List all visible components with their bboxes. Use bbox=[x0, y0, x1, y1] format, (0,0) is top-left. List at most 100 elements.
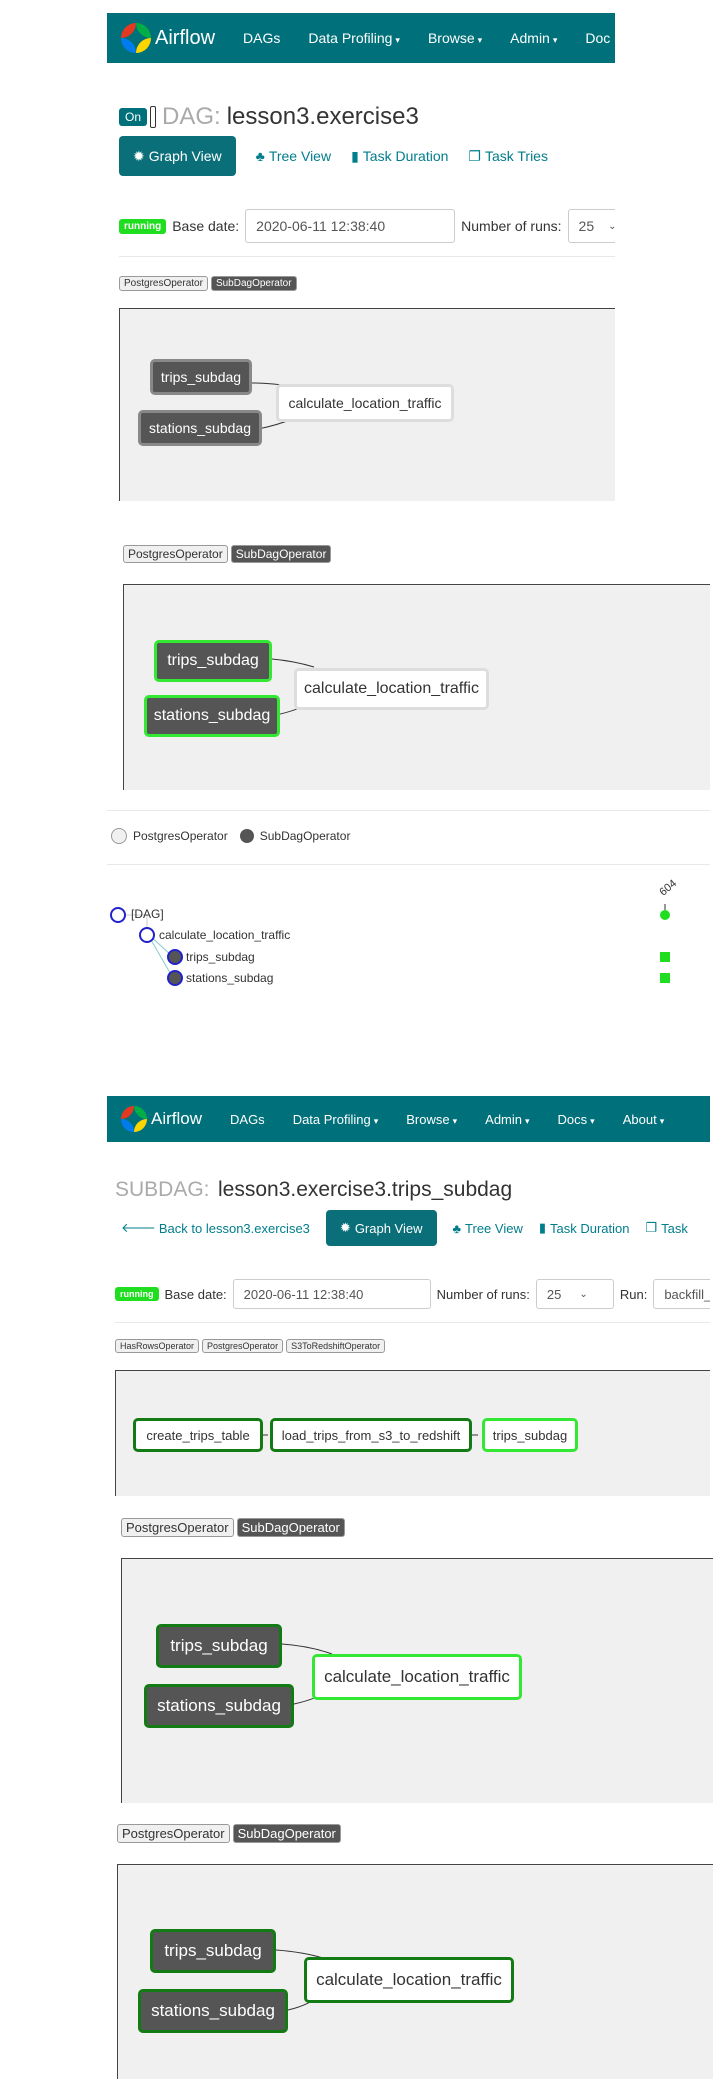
tab-graph-view[interactable]: ✹ Graph View bbox=[119, 136, 236, 176]
tab-task-duration[interactable]: ▮ Task Duration bbox=[351, 148, 448, 165]
node-calculate-location-traffic[interactable]: calculate_location_traffic bbox=[294, 668, 489, 710]
node-create-trips-table[interactable]: create_trips_table bbox=[133, 1418, 263, 1452]
nav-browse[interactable]: Browse ▾ bbox=[392, 1112, 471, 1127]
legend-postgres[interactable]: PostgresOperator bbox=[117, 1824, 230, 1843]
tab-tree-view[interactable]: ♣ Tree View bbox=[256, 148, 331, 164]
brand-text: Airflow bbox=[155, 26, 216, 49]
tab-label: Back to lesson3.exercise3 bbox=[158, 1220, 310, 1236]
node-trips-subdag[interactable]: trips_subdag bbox=[482, 1418, 578, 1452]
graph-canvas[interactable]: trips_subdag stations_subdag calculate_l… bbox=[121, 1558, 713, 1803]
task-instance-stations[interactable] bbox=[660, 973, 670, 983]
graph-canvas[interactable]: trips_subdag stations_subdag calculate_l… bbox=[117, 1864, 713, 2079]
tree-node-trips[interactable] bbox=[167, 949, 183, 965]
nav-browse[interactable]: Browse ▾ bbox=[414, 30, 496, 46]
tab-graph-view[interactable]: ✹ Graph View bbox=[325, 1210, 437, 1246]
nav-label: Admin bbox=[485, 1111, 523, 1127]
nav-docs[interactable]: Docs ▾ bbox=[544, 1112, 609, 1127]
node-trips-subdag[interactable]: trips_subdag bbox=[150, 1929, 276, 1973]
tree-label-calc: calculate_location_traffic bbox=[159, 928, 291, 942]
legend-subdag[interactable]: SubDagOperator bbox=[230, 545, 332, 563]
airflow-logo[interactable]: Airflow bbox=[121, 23, 215, 53]
base-date-input[interactable]: 2020-06-11 12:38:40 bbox=[232, 1279, 431, 1309]
tree-label-dag: [DAG] bbox=[131, 907, 164, 921]
airflow-logo[interactable]: Airflow bbox=[121, 1106, 202, 1132]
tree-legend: PostgresOperator SubDagOperator bbox=[111, 828, 350, 844]
tree-node-dag[interactable] bbox=[110, 907, 126, 923]
task-instance-trips[interactable] bbox=[660, 952, 670, 962]
node-load-trips-from-s3[interactable]: load_trips_from_s3_to_redshift bbox=[270, 1418, 472, 1452]
nav-admin[interactable]: Admin ▾ bbox=[471, 1112, 543, 1127]
sun-icon: ✹ bbox=[133, 147, 145, 164]
divider bbox=[115, 1322, 710, 1323]
node-calculate-location-traffic[interactable]: calculate_location_traffic bbox=[312, 1654, 522, 1700]
legend-postgres[interactable]: PostgresOperator bbox=[119, 276, 208, 291]
dag-header: On DAG: lesson3.exercise3 bbox=[119, 103, 419, 131]
nav-data-profiling[interactable]: Data Profiling ▾ bbox=[279, 1112, 393, 1127]
tree-label-trips: trips_subdag bbox=[186, 950, 255, 964]
tab-task-tries[interactable]: ❐ Task bbox=[645, 1220, 687, 1236]
edge bbox=[271, 658, 315, 668]
tab-label: Task Tries bbox=[484, 148, 548, 164]
operator-legend: PostgresOperator SubDagOperator bbox=[119, 273, 300, 291]
legend-s3toredshift[interactable]: S3ToRedshiftOperator bbox=[286, 1339, 386, 1353]
files-icon: ❐ bbox=[645, 1220, 658, 1235]
nav-dags[interactable]: DAGs bbox=[229, 30, 294, 46]
tab-tree-view[interactable]: ♣ Tree View bbox=[453, 1221, 523, 1236]
caret-icon: ▾ bbox=[552, 35, 558, 45]
nav-docs[interactable]: Doc bbox=[571, 30, 615, 46]
legend-subdag[interactable]: SubDagOperator bbox=[210, 276, 297, 291]
tab-label: Graph View bbox=[148, 148, 222, 164]
legend-dot-subdag bbox=[239, 829, 254, 843]
nav-admin[interactable]: Admin ▾ bbox=[496, 30, 571, 46]
nav-data-profiling[interactable]: Data Profiling ▾ bbox=[294, 30, 414, 46]
back-link[interactable]: 🡐 Back to lesson3.exercise3 bbox=[121, 1220, 310, 1236]
node-trips-subdag[interactable]: trips_subdag bbox=[150, 359, 252, 395]
node-calculate-location-traffic[interactable]: calculate_location_traffic bbox=[276, 384, 454, 422]
nav-dags[interactable]: DAGs bbox=[216, 1112, 279, 1127]
legend-postgres[interactable]: PostgresOperator bbox=[123, 545, 228, 563]
node-stations-subdag[interactable]: stations_subdag bbox=[138, 1989, 288, 2033]
nav-label: Data Profiling bbox=[308, 30, 393, 46]
graph-canvas[interactable]: create_trips_table load_trips_from_s3_to… bbox=[115, 1370, 710, 1496]
tab-task-duration[interactable]: ▮ Task Duration bbox=[539, 1220, 630, 1236]
legend-subdag[interactable]: SubDagOperator bbox=[232, 1824, 341, 1843]
graph-canvas[interactable]: trips_subdag stations_subdag calculate_l… bbox=[123, 584, 710, 790]
tab-label: Graph View bbox=[354, 1220, 423, 1236]
tab-label: Tree View bbox=[465, 1220, 523, 1236]
divider bbox=[107, 810, 710, 811]
base-date-input[interactable]: 2020-06-11 12:38:40 bbox=[245, 209, 456, 243]
node-stations-subdag[interactable]: stations_subdag bbox=[138, 410, 262, 446]
pinwheel-icon bbox=[121, 23, 151, 53]
caret-icon: ▾ bbox=[477, 35, 483, 45]
caret-icon: ▾ bbox=[525, 1115, 530, 1126]
tree-node-stations[interactable] bbox=[167, 970, 183, 986]
legend-postgres[interactable]: PostgresOperator bbox=[202, 1339, 284, 1353]
graph-canvas[interactable]: trips_subdag stations_subdag calculate_l… bbox=[119, 308, 615, 501]
dag-toggle[interactable]: On bbox=[119, 108, 148, 126]
status-badge: running bbox=[115, 1287, 159, 1301]
dag-run-circle[interactable] bbox=[660, 910, 670, 920]
legend-hasrows[interactable]: HasRowsOperator bbox=[115, 1339, 200, 1353]
tree-label-stations: stations_subdag bbox=[186, 971, 274, 985]
legend-subdag[interactable]: SubDagOperator bbox=[236, 1518, 345, 1537]
runs-value: 25 bbox=[546, 1286, 562, 1302]
tab-task-tries[interactable]: ❐ Task Tries bbox=[468, 148, 548, 165]
nav-label: Data Profiling bbox=[292, 1111, 371, 1127]
runs-label: Number of runs: bbox=[436, 1286, 530, 1302]
base-date-label: Base date: bbox=[164, 1286, 227, 1302]
node-stations-subdag[interactable]: stations_subdag bbox=[144, 1684, 294, 1728]
runs-select[interactable]: 25 ⌄ bbox=[535, 1279, 614, 1309]
run-select[interactable]: backfill_2020 bbox=[653, 1279, 710, 1309]
node-trips-subdag[interactable]: trips_subdag bbox=[156, 1624, 282, 1668]
nav-about[interactable]: About ▾ bbox=[609, 1112, 679, 1127]
legend-postgres[interactable]: PostgresOperator bbox=[121, 1518, 234, 1537]
tree-node-calc[interactable] bbox=[139, 927, 155, 943]
runs-select[interactable]: 25 ⌄ bbox=[567, 209, 615, 243]
navbar: Airflow DAGs Data Profiling ▾ Browse ▾ Adm… bbox=[107, 13, 615, 63]
node-trips-subdag[interactable]: trips_subdag bbox=[154, 640, 272, 682]
tab-label: Task Duration bbox=[550, 1220, 630, 1236]
node-stations-subdag[interactable]: stations_subdag bbox=[144, 695, 280, 737]
node-calculate-location-traffic[interactable]: calculate_location_traffic bbox=[304, 1957, 514, 2003]
toggle-knob[interactable] bbox=[150, 106, 157, 128]
subdag-title: lesson3.exercise3.trips_subdag bbox=[217, 1178, 513, 1201]
